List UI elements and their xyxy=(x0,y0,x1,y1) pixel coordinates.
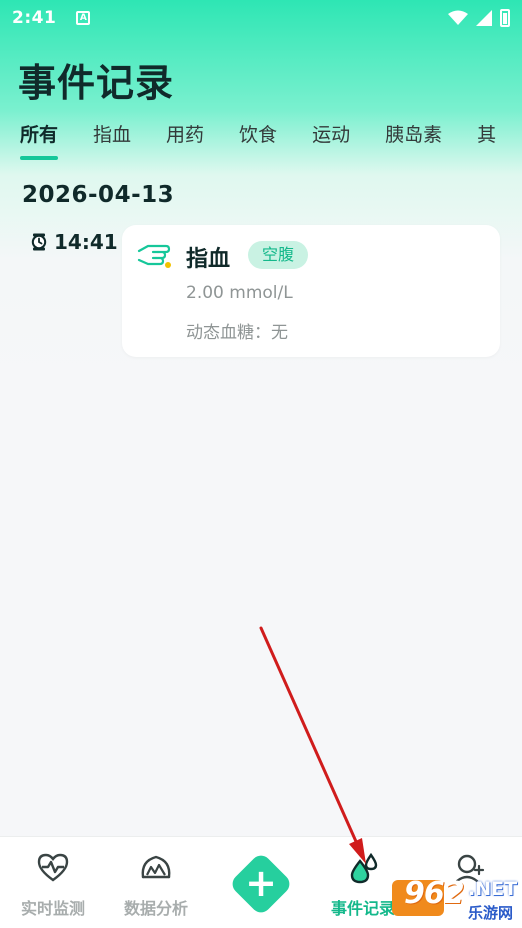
tab-all[interactable]: 所有 xyxy=(20,118,59,164)
tab-exercise[interactable]: 运动 xyxy=(312,118,350,164)
notification-a-icon: A xyxy=(76,11,91,25)
clock-icon xyxy=(31,233,47,251)
page-title: 事件记录 xyxy=(18,61,175,105)
watermark-domain: .NET xyxy=(468,878,518,900)
finger-prick-icon xyxy=(137,244,171,268)
event-time-label: 14:41 xyxy=(54,230,118,254)
event-card[interactable]: 指血 空腹 2.00 mmol/L 动态血糖：无 xyxy=(122,225,500,357)
nav-realtime-monitor[interactable]: 实时监测 xyxy=(8,851,98,919)
nav-data-analysis[interactable]: 数据分析 xyxy=(111,851,201,919)
event-time: 14:41 xyxy=(30,230,118,254)
plus-icon: + xyxy=(245,861,277,905)
heart-pulse-icon xyxy=(37,853,69,882)
tab-other[interactable]: 其 xyxy=(477,118,496,164)
fasting-tag: 空腹 xyxy=(248,241,309,269)
tab-medication[interactable]: 用药 xyxy=(166,118,204,164)
event-type: 指血 xyxy=(186,247,231,272)
signal-icon xyxy=(476,10,492,26)
glucose-value: 2.00 mmol/L xyxy=(186,283,293,303)
status-icons xyxy=(448,9,510,27)
tab-finger-blood[interactable]: 指血 xyxy=(93,118,131,164)
category-tabs: 所有 指血 用药 饮食 运动 胰岛素 其 xyxy=(0,118,522,168)
gauge-icon xyxy=(141,855,171,879)
battery-icon xyxy=(500,9,510,27)
status-bar: 2:41 A xyxy=(0,0,522,36)
tab-diet[interactable]: 饮食 xyxy=(239,118,277,164)
nav-realtime-label: 实时监测 xyxy=(20,899,85,918)
site-watermark: 962 .NET 乐游网 xyxy=(384,876,518,924)
add-event-button[interactable]: + xyxy=(228,851,294,917)
event-drops-icon xyxy=(350,852,378,884)
cgm-value: 动态血糖：无 xyxy=(186,323,288,343)
wifi-icon xyxy=(448,10,468,25)
nav-analysis-label: 数据分析 xyxy=(123,899,188,918)
date-heading: 2026-04-13 xyxy=(22,182,175,208)
event-records-screen: 2:41 A 事件记录 所有 指血 用药 饮食 运动 胰岛素 其 2026-04… xyxy=(0,0,522,928)
tab-insulin[interactable]: 胰岛素 xyxy=(385,118,442,164)
status-time: 2:41 xyxy=(12,8,57,28)
watermark-number: 962 xyxy=(404,876,465,911)
watermark-site-name: 乐游网 xyxy=(466,902,516,923)
